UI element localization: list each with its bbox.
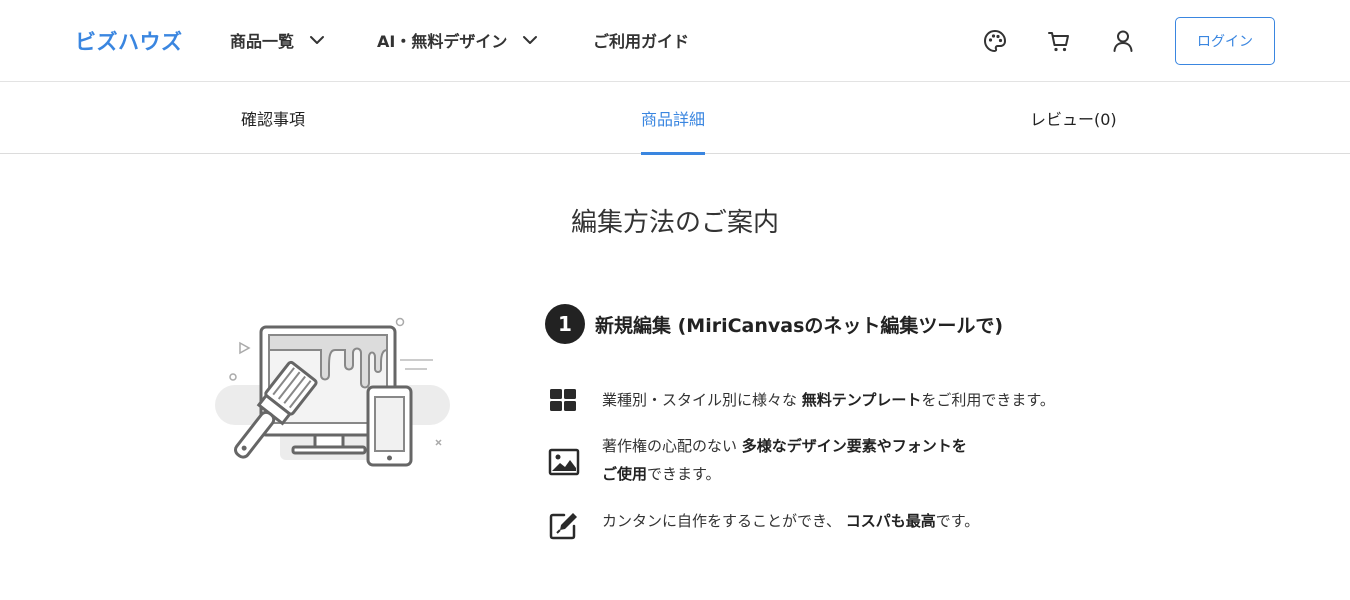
feature-cost-performance-text: カンタンに自作をすることができ、 コスパも最高です。	[602, 507, 979, 535]
image-icon	[548, 446, 580, 478]
site-logo[interactable]: ビズハウズ	[75, 26, 183, 56]
nav-products[interactable]: 商品一覧	[230, 28, 326, 52]
feature-text-bold: コスパも最高	[845, 512, 936, 530]
feature-text-part: カンタンに自作をすることができ、	[602, 512, 846, 530]
grid-icon	[548, 386, 580, 418]
tab-confirmation[interactable]: 確認事項	[241, 82, 305, 154]
section-title: 編集方法のご案内	[570, 208, 779, 238]
feature-text-part: 業種別・スタイル別に様々な	[602, 391, 802, 409]
feature-templates-text: 業種別・スタイル別に様々な 無料テンプレートをご利用できます。	[602, 386, 1055, 414]
login-button[interactable]: ログイン	[1175, 17, 1275, 65]
step-number-badge: 1	[545, 304, 585, 344]
step-heading: 1 新規編集 (MiriCanvasのネット編集ツールで)	[545, 304, 1003, 344]
nav-ai-free-design-label: AI・無料デザイン	[377, 32, 508, 51]
tab-product-details[interactable]: 商品詳細	[641, 82, 706, 155]
feature-text-part: 著作権の心配のない	[602, 437, 742, 455]
palette-icon[interactable]	[982, 28, 1008, 54]
step-title: 新規編集 (MiriCanvasのネット編集ツールで)	[595, 314, 1004, 337]
feature-text-bold: 無料テンプレート	[801, 391, 922, 409]
feature-design-elements-text: 著作権の心配のない 多様なデザイン要素やフォントを ご使用できます。	[602, 432, 967, 488]
feature-text-line: 著作権の心配のない 多様なデザイン要素やフォントを	[602, 432, 967, 460]
chevron-down-icon	[521, 31, 539, 49]
feature-cost-performance: カンタンに自作をすることができ、 コスパも最高です。	[548, 507, 979, 541]
feature-templates: 業種別・スタイル別に様々な 無料テンプレートをご利用できます。	[548, 386, 1055, 418]
feature-text-part: です。	[935, 512, 980, 530]
edit-icon	[548, 509, 580, 541]
site-header: ビズハウズ 商品一覧 AI・無料デザイン ご利用ガイド ログイン	[0, 0, 1350, 82]
nav-guide-label: ご利用ガイド	[593, 32, 690, 51]
user-icon[interactable]	[1110, 28, 1136, 54]
tab-reviews[interactable]: レビュー(0)	[1030, 82, 1117, 154]
cart-icon[interactable]	[1046, 28, 1072, 54]
feature-text-bold: ご使用	[602, 465, 648, 483]
nav-guide[interactable]: ご利用ガイド	[593, 28, 689, 52]
feature-design-elements: 著作権の心配のない 多様なデザイン要素やフォントを ご使用できます。	[548, 432, 967, 488]
nav-products-label: 商品一覧	[230, 32, 295, 51]
feature-text-part: できます。	[647, 465, 721, 483]
nav-ai-free-design[interactable]: AI・無料デザイン	[377, 28, 539, 52]
feature-text-bold: 多様なデザイン要素やフォントを	[741, 437, 967, 455]
chevron-down-icon	[308, 31, 326, 49]
feature-text-part: をご利用できます。	[921, 391, 1055, 409]
product-tabs: 確認事項 商品詳細 レビュー(0)	[0, 82, 1350, 155]
feature-text-line: ご使用できます。	[602, 460, 967, 488]
editing-illustration	[205, 305, 460, 480]
